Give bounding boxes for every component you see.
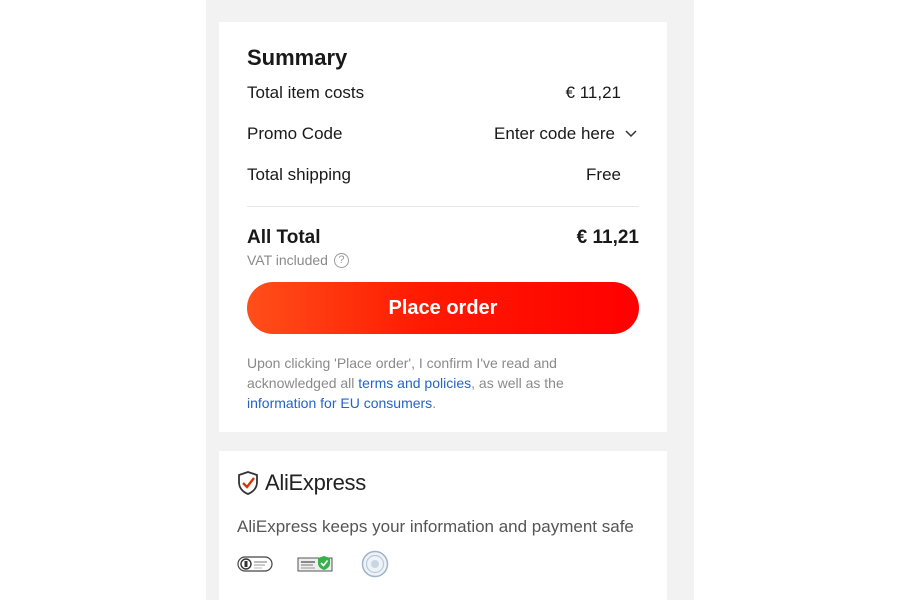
brand: AliExpress [237, 470, 366, 496]
shipping-row: Total shipping Free [247, 165, 639, 189]
place-order-button[interactable]: Place order [247, 282, 639, 334]
promo-code-label: Promo Code [247, 124, 343, 143]
promo-code-row[interactable]: Promo Code Enter code here [247, 124, 639, 148]
shipping-value: Free [586, 165, 621, 184]
trust-card: AliExpress AliExpress keeps your informa… [219, 451, 667, 611]
vat-note: VAT included ? [247, 252, 349, 268]
chevron-down-icon[interactable] [623, 126, 639, 142]
disclaimer-suffix: . [432, 395, 437, 411]
summary-card: Summary Total item costs € 11,21 Promo C… [219, 22, 667, 432]
summary-title: Summary [247, 45, 348, 70]
shipping-label: Total shipping [247, 165, 351, 184]
promo-code-input[interactable]: Enter code here [494, 124, 615, 144]
divider [247, 206, 639, 207]
safe-payment-text: AliExpress keeps your information and pa… [237, 517, 634, 536]
checkout-column: Summary Total item costs € 11,21 Promo C… [206, 0, 694, 611]
shield-check-icon [238, 471, 258, 495]
privacy-badge-icon [237, 551, 273, 577]
verified-seal-badge-icon [357, 550, 393, 578]
secure-certificate-badge-icon [297, 551, 333, 577]
question-icon[interactable]: ? [333, 252, 349, 268]
disclaimer-middle: , as well as the [471, 375, 564, 391]
item-costs-row: Total item costs € 11,21 [247, 83, 639, 107]
item-costs-value: € 11,21 [565, 83, 621, 102]
terms-link[interactable]: terms and policies [358, 375, 471, 391]
vat-text: VAT included [247, 252, 328, 268]
trust-badges [237, 550, 393, 578]
order-disclaimer: Upon clicking 'Place order', I confirm I… [247, 353, 617, 413]
eu-consumers-link[interactable]: information for EU consumers [247, 395, 432, 411]
item-costs-label: Total item costs [247, 83, 365, 102]
all-total-value: € 11,21 [576, 227, 639, 248]
all-total-label: All Total [247, 227, 321, 248]
brand-name: AliExpress [265, 470, 366, 495]
